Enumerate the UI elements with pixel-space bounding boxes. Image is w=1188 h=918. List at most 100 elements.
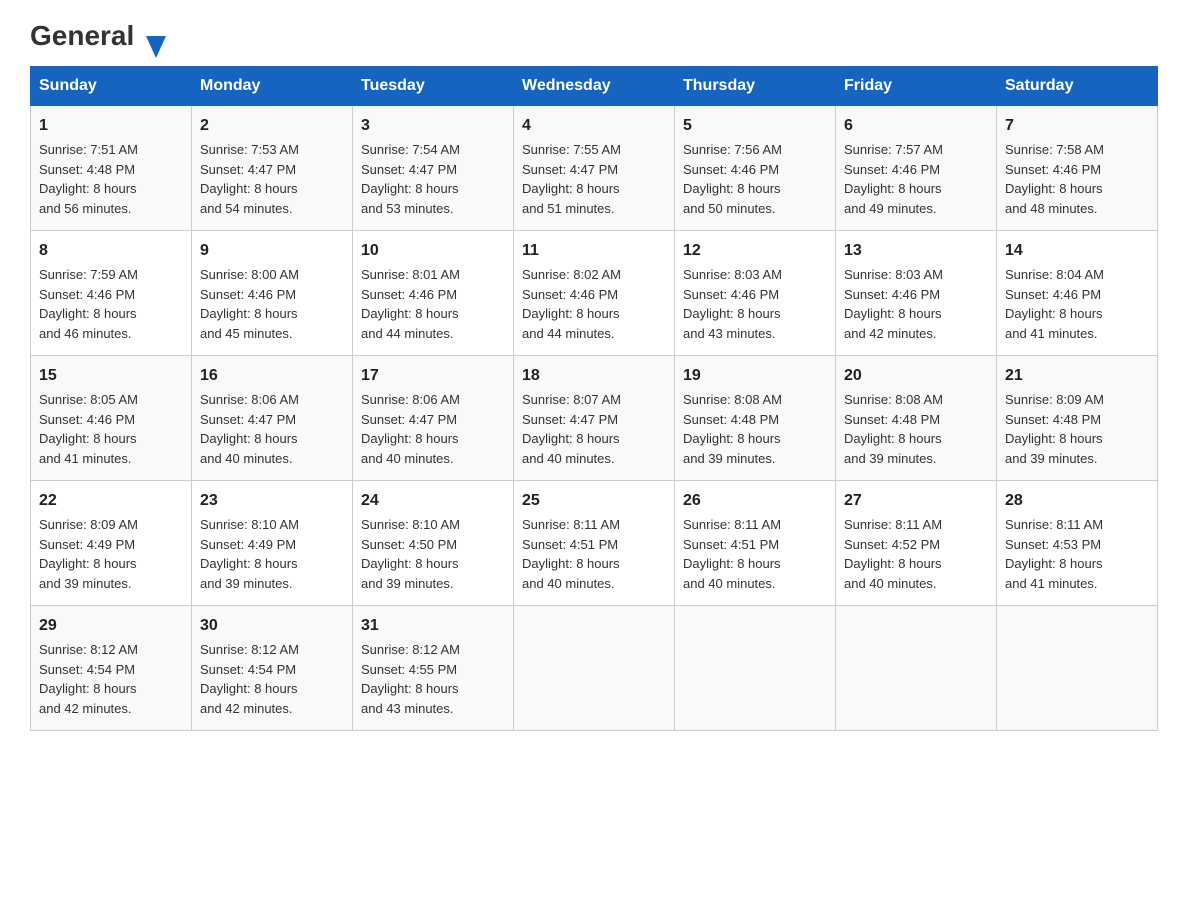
day-info: Sunrise: 8:11 AMSunset: 4:53 PMDaylight:…: [1005, 517, 1103, 591]
day-number: 13: [844, 239, 988, 263]
day-number: 11: [522, 239, 666, 263]
logo-general: General: [30, 20, 134, 52]
day-cell: 26 Sunrise: 8:11 AMSunset: 4:51 PMDayligh…: [675, 481, 836, 606]
day-number: 8: [39, 239, 183, 263]
day-info: Sunrise: 8:10 AMSunset: 4:49 PMDaylight:…: [200, 517, 299, 591]
day-cell: 12 Sunrise: 8:03 AMSunset: 4:46 PMDayligh…: [675, 231, 836, 356]
calendar-table: SundayMondayTuesdayWednesdayThursdayFrid…: [30, 66, 1158, 731]
day-info: Sunrise: 7:59 AMSunset: 4:46 PMDaylight:…: [39, 267, 138, 341]
day-info: Sunrise: 8:06 AMSunset: 4:47 PMDaylight:…: [200, 392, 299, 466]
logo: General: [30, 20, 146, 48]
day-info: Sunrise: 8:04 AMSunset: 4:46 PMDaylight:…: [1005, 267, 1104, 341]
day-info: Sunrise: 8:00 AMSunset: 4:46 PMDaylight:…: [200, 267, 299, 341]
day-cell: [514, 606, 675, 731]
day-cell: 17 Sunrise: 8:06 AMSunset: 4:47 PMDayligh…: [353, 356, 514, 481]
day-info: Sunrise: 8:02 AMSunset: 4:46 PMDaylight:…: [522, 267, 621, 341]
day-number: 16: [200, 364, 344, 388]
day-number: 28: [1005, 489, 1149, 513]
day-number: 21: [1005, 364, 1149, 388]
day-cell: 2 Sunrise: 7:53 AMSunset: 4:47 PMDaylight…: [192, 106, 353, 231]
day-number: 30: [200, 614, 344, 638]
day-info: Sunrise: 8:09 AMSunset: 4:49 PMDaylight:…: [39, 517, 138, 591]
day-info: Sunrise: 8:07 AMSunset: 4:47 PMDaylight:…: [522, 392, 621, 466]
day-number: 10: [361, 239, 505, 263]
day-cell: 19 Sunrise: 8:08 AMSunset: 4:48 PMDayligh…: [675, 356, 836, 481]
week-row-2: 8 Sunrise: 7:59 AMSunset: 4:46 PMDaylight…: [31, 231, 1158, 356]
day-cell: 30 Sunrise: 8:12 AMSunset: 4:54 PMDayligh…: [192, 606, 353, 731]
day-number: 5: [683, 114, 827, 138]
day-info: Sunrise: 8:03 AMSunset: 4:46 PMDaylight:…: [844, 267, 943, 341]
day-number: 20: [844, 364, 988, 388]
day-number: 24: [361, 489, 505, 513]
day-cell: 4 Sunrise: 7:55 AMSunset: 4:47 PMDaylight…: [514, 106, 675, 231]
day-cell: 15Sunrise: 8:05 AMSunset: 4:46 PMDayligh…: [31, 356, 192, 481]
day-info: Sunrise: 8:08 AMSunset: 4:48 PMDaylight:…: [683, 392, 782, 466]
day-cell: 7Sunrise: 7:58 AMSunset: 4:46 PMDaylight…: [997, 106, 1158, 231]
day-info: Sunrise: 8:11 AMSunset: 4:52 PMDaylight:…: [844, 517, 942, 591]
day-number: 26: [683, 489, 827, 513]
day-cell: 24 Sunrise: 8:10 AMSunset: 4:50 PMDayligh…: [353, 481, 514, 606]
day-number: 31: [361, 614, 505, 638]
day-cell: 29 Sunrise: 8:12 AMSunset: 4:54 PMDayligh…: [31, 606, 192, 731]
day-number: 2: [200, 114, 344, 138]
day-info: Sunrise: 7:51 AMSunset: 4:48 PMDaylight:…: [39, 142, 138, 216]
day-number: 15: [39, 364, 183, 388]
day-info: Sunrise: 7:53 AMSunset: 4:47 PMDaylight:…: [200, 142, 299, 216]
day-number: 22: [39, 489, 183, 513]
day-cell: 18Sunrise: 8:07 AMSunset: 4:47 PMDayligh…: [514, 356, 675, 481]
col-header-monday: Monday: [192, 67, 353, 106]
day-cell: 14Sunrise: 8:04 AMSunset: 4:46 PMDayligh…: [997, 231, 1158, 356]
day-info: Sunrise: 8:10 AMSunset: 4:50 PMDaylight:…: [361, 517, 460, 591]
day-cell: 23 Sunrise: 8:10 AMSunset: 4:49 PMDayligh…: [192, 481, 353, 606]
day-info: Sunrise: 8:12 AMSunset: 4:54 PMDaylight:…: [200, 642, 299, 716]
day-number: 12: [683, 239, 827, 263]
day-info: Sunrise: 8:11 AMSunset: 4:51 PMDaylight:…: [522, 517, 620, 591]
day-cell: 10 Sunrise: 8:01 AMSunset: 4:46 PMDayligh…: [353, 231, 514, 356]
day-info: Sunrise: 8:11 AMSunset: 4:51 PMDaylight:…: [683, 517, 781, 591]
day-cell: 5 Sunrise: 7:56 AMSunset: 4:46 PMDaylight…: [675, 106, 836, 231]
day-number: 6: [844, 114, 988, 138]
day-number: 23: [200, 489, 344, 513]
day-info: Sunrise: 8:03 AMSunset: 4:46 PMDaylight:…: [683, 267, 782, 341]
week-row-3: 15Sunrise: 8:05 AMSunset: 4:46 PMDayligh…: [31, 356, 1158, 481]
day-number: 19: [683, 364, 827, 388]
day-number: 25: [522, 489, 666, 513]
day-info: Sunrise: 7:57 AMSunset: 4:46 PMDaylight:…: [844, 142, 943, 216]
day-number: 17: [361, 364, 505, 388]
day-info: Sunrise: 8:09 AMSunset: 4:48 PMDaylight:…: [1005, 392, 1104, 466]
col-header-wednesday: Wednesday: [514, 67, 675, 106]
day-number: 27: [844, 489, 988, 513]
day-cell: 9 Sunrise: 8:00 AMSunset: 4:46 PMDaylight…: [192, 231, 353, 356]
day-cell: [997, 606, 1158, 731]
day-info: Sunrise: 7:54 AMSunset: 4:47 PMDaylight:…: [361, 142, 460, 216]
day-cell: 6 Sunrise: 7:57 AMSunset: 4:46 PMDaylight…: [836, 106, 997, 231]
col-header-sunday: Sunday: [31, 67, 192, 106]
day-info: Sunrise: 8:06 AMSunset: 4:47 PMDaylight:…: [361, 392, 460, 466]
day-cell: 28 Sunrise: 8:11 AMSunset: 4:53 PMDayligh…: [997, 481, 1158, 606]
week-row-5: 29 Sunrise: 8:12 AMSunset: 4:54 PMDayligh…: [31, 606, 1158, 731]
day-cell: 22 Sunrise: 8:09 AMSunset: 4:49 PMDayligh…: [31, 481, 192, 606]
day-number: 1: [39, 114, 183, 138]
day-number: 29: [39, 614, 183, 638]
col-header-thursday: Thursday: [675, 67, 836, 106]
day-number: 7: [1005, 114, 1149, 138]
col-header-friday: Friday: [836, 67, 997, 106]
day-cell: 13 Sunrise: 8:03 AMSunset: 4:46 PMDayligh…: [836, 231, 997, 356]
day-number: 9: [200, 239, 344, 263]
day-cell: 3 Sunrise: 7:54 AMSunset: 4:47 PMDaylight…: [353, 106, 514, 231]
day-cell: 27 Sunrise: 8:11 AMSunset: 4:52 PMDayligh…: [836, 481, 997, 606]
day-cell: 8 Sunrise: 7:59 AMSunset: 4:46 PMDaylight…: [31, 231, 192, 356]
day-info: Sunrise: 8:01 AMSunset: 4:46 PMDaylight:…: [361, 267, 460, 341]
week-row-4: 22 Sunrise: 8:09 AMSunset: 4:49 PMDayligh…: [31, 481, 1158, 606]
day-cell: 25 Sunrise: 8:11 AMSunset: 4:51 PMDayligh…: [514, 481, 675, 606]
day-info: Sunrise: 7:55 AMSunset: 4:47 PMDaylight:…: [522, 142, 621, 216]
day-info: Sunrise: 8:08 AMSunset: 4:48 PMDaylight:…: [844, 392, 943, 466]
day-cell: 16 Sunrise: 8:06 AMSunset: 4:47 PMDayligh…: [192, 356, 353, 481]
day-info: Sunrise: 8:12 AMSunset: 4:54 PMDaylight:…: [39, 642, 138, 716]
day-cell: 21 Sunrise: 8:09 AMSunset: 4:48 PMDayligh…: [997, 356, 1158, 481]
day-info: Sunrise: 8:12 AMSunset: 4:55 PMDaylight:…: [361, 642, 460, 716]
day-info: Sunrise: 7:56 AMSunset: 4:46 PMDaylight:…: [683, 142, 782, 216]
day-cell: 20 Sunrise: 8:08 AMSunset: 4:48 PMDayligh…: [836, 356, 997, 481]
day-number: 3: [361, 114, 505, 138]
day-number: 4: [522, 114, 666, 138]
